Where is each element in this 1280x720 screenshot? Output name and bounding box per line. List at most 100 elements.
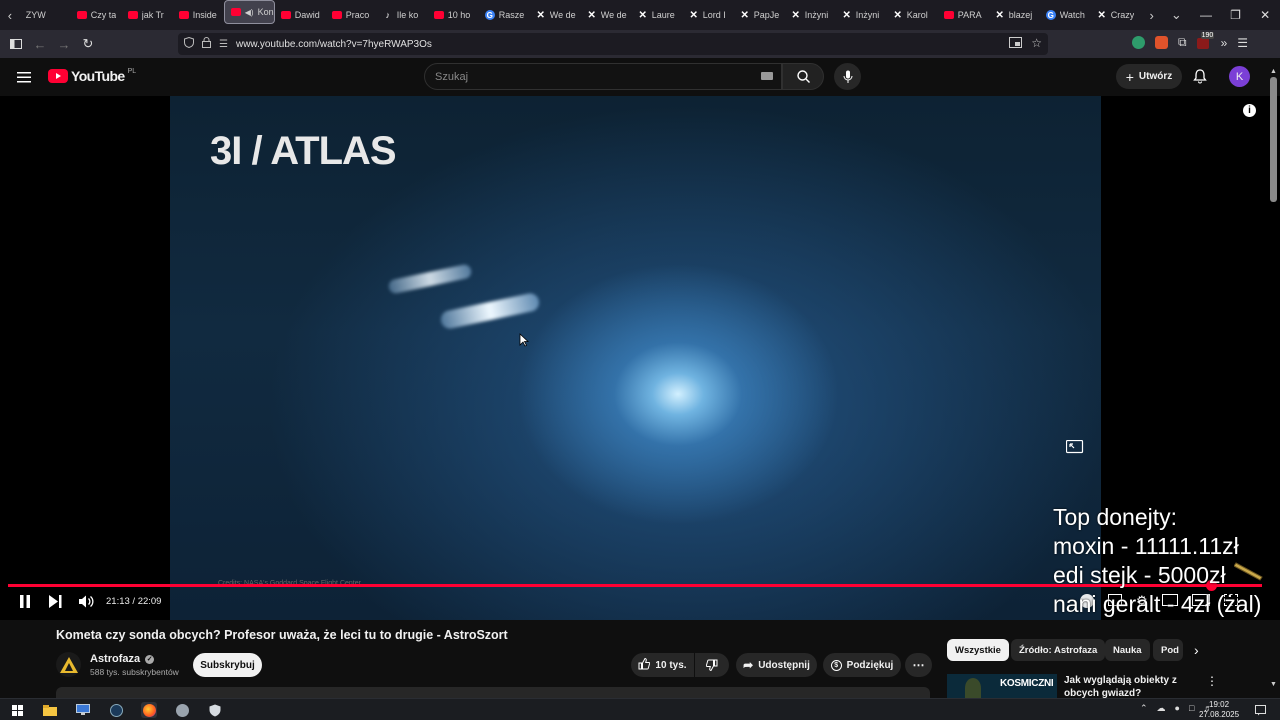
browser-tab[interactable]: ✕ We de	[581, 0, 632, 30]
tray-mic-icon[interactable]: ●	[1175, 703, 1180, 714]
browser-tab[interactable]: Inside	[173, 0, 224, 30]
channel-name-text[interactable]: Astrofaza	[90, 653, 140, 665]
browser-tab[interactable]: Dawid	[275, 0, 326, 30]
shield-icon[interactable]	[184, 36, 194, 51]
extension-icon[interactable]	[1155, 36, 1168, 49]
tab-list-dropdown-icon[interactable]: ⌄	[1162, 0, 1192, 30]
app-menu-icon[interactable]: ☰	[1237, 36, 1248, 50]
forward-arrow-icon[interactable]: →	[52, 32, 76, 56]
browser-tab[interactable]: ✕ Lord I	[683, 0, 734, 30]
browser-tab[interactable]: ✕ Inżyni	[785, 0, 836, 30]
video-player[interactable]: 3I / ATLAS Credits: NASA's Goddard Space…	[0, 96, 1280, 620]
subscribe-button[interactable]: Subskrybuj	[193, 653, 262, 677]
permissions-icon[interactable]: ☰	[219, 39, 228, 50]
shield-app-icon[interactable]	[207, 702, 223, 718]
monitor-app-icon[interactable]	[75, 702, 91, 718]
keyboard-icon[interactable]	[761, 72, 773, 80]
chip-all[interactable]: Wszystkie	[947, 639, 1009, 661]
browser-tab[interactable]: ✕ PapJe	[734, 0, 785, 30]
browser-tab[interactable]: ♪ Ile ko	[377, 0, 428, 30]
chip-source[interactable]: Źródło: Astrofaza	[1011, 639, 1106, 661]
dislike-button[interactable]	[695, 653, 729, 677]
close-window-button[interactable]: ✕	[1250, 0, 1280, 30]
chip-science[interactable]: Nauka	[1105, 639, 1150, 661]
info-icon[interactable]: i	[1243, 104, 1256, 117]
scroll-down-icon[interactable]: ▼	[1269, 681, 1278, 689]
recommended-more-icon[interactable]: ⋮	[1206, 674, 1218, 688]
browser-tab[interactable]: jak Tr	[122, 0, 173, 30]
miniplayer-icon[interactable]	[1065, 439, 1084, 454]
thanks-button[interactable]: $ Podziękuj	[823, 653, 901, 677]
browser-tab[interactable]: 10 ho	[428, 0, 479, 30]
app-icon[interactable]	[174, 702, 190, 718]
windows-start-icon[interactable]	[9, 702, 25, 718]
scroll-up-icon[interactable]: ▲	[1269, 68, 1278, 76]
description-box[interactable]	[56, 687, 930, 698]
voice-search-button[interactable]	[834, 63, 861, 90]
tray-expand-icon[interactable]: ⌃	[1140, 703, 1148, 714]
chips-next-chevron-icon[interactable]: ›	[1194, 642, 1199, 658]
channel-avatar[interactable]	[56, 652, 81, 677]
browser-tab[interactable]: ✕ We de	[530, 0, 581, 30]
youtube-logo[interactable]: YouTube PL	[48, 68, 136, 84]
puzzle-extensions-icon[interactable]: ⧉	[1178, 35, 1187, 50]
like-button[interactable]: 10 tys.	[631, 653, 694, 677]
minimize-window-button[interactable]: —	[1191, 0, 1221, 30]
hamburger-menu-icon[interactable]	[17, 70, 31, 88]
back-arrow-icon[interactable]: ←	[28, 32, 52, 56]
url-text[interactable]: www.youtube.com/watch?v=7hyeRWAP3Os	[236, 39, 432, 50]
browser-tab[interactable]: ✕ Inżyni	[836, 0, 887, 30]
firefox-icon[interactable]	[141, 702, 157, 718]
search-button[interactable]	[782, 63, 824, 90]
onedrive-cloud-icon[interactable]: ☁	[1157, 703, 1166, 714]
recommended-video-thumbnail[interactable]: KOSMICZNI	[947, 674, 1057, 698]
browser-tab[interactable]: Czy ta	[71, 0, 122, 30]
create-button[interactable]: + Utwórz	[1116, 64, 1182, 89]
browser-tab[interactable]: G Watch	[1040, 0, 1091, 30]
browser-tab[interactable]: ✕ Karol	[887, 0, 938, 30]
browser-tab[interactable]: ✕ blazej	[989, 0, 1040, 30]
browser-tab[interactable]: G Rasze	[479, 0, 530, 30]
recommended-video-title[interactable]: Jak wyglądają obiekty z obcych gwiazd?	[1064, 674, 1204, 698]
reload-icon[interactable]: ↻	[76, 32, 100, 56]
vpn-extension-icon[interactable]	[1132, 36, 1145, 49]
browser-tab[interactable]: ✕ Crazy	[1091, 0, 1142, 30]
next-video-icon[interactable]	[49, 595, 62, 613]
network-icon[interactable]: □	[1189, 703, 1194, 714]
tab-scroll-left-icon[interactable]: ‹	[0, 0, 20, 30]
browser-tab[interactable]: ✕ Laure	[632, 0, 683, 30]
overflow-chevron-icon[interactable]: »	[1221, 36, 1228, 50]
ublock-icon[interactable]: 190	[1196, 32, 1215, 49]
sidebar-toggle-icon[interactable]	[4, 32, 28, 56]
share-button[interactable]: ➦ Udostępnij	[736, 653, 817, 677]
tab-scroll-right-icon[interactable]: ›	[1142, 0, 1162, 30]
address-bar[interactable]: ☰ www.youtube.com/watch?v=7hyeRWAP3Os ☆	[178, 33, 1048, 55]
steam-icon[interactable]	[108, 702, 124, 718]
thumbs-up-icon	[638, 657, 651, 673]
search-input[interactable]: Szukaj	[424, 63, 782, 90]
picture-in-picture-icon[interactable]	[1009, 37, 1022, 51]
more-actions-button[interactable]: ⋯	[905, 653, 932, 677]
page-scrollbar[interactable]: ▲ ▼	[1269, 68, 1278, 688]
ublock-badge: 190	[1200, 32, 1215, 39]
browser-tab[interactable]: Praco	[326, 0, 377, 30]
lock-icon[interactable]	[202, 37, 211, 51]
channel-name[interactable]: Astrofaza ✓	[90, 653, 155, 665]
bookmark-star-icon[interactable]: ☆	[1031, 36, 1042, 50]
notification-center-icon[interactable]	[1252, 702, 1268, 718]
browser-tab-label: PARA	[957, 10, 982, 20]
restore-window-button[interactable]: ❐	[1221, 0, 1251, 30]
pause-icon[interactable]	[19, 595, 31, 613]
scrollbar-thumb[interactable]	[1270, 77, 1277, 202]
tab-audio-playing-icon[interactable]: ◀)	[245, 8, 254, 17]
video-frame[interactable]: 3I / ATLAS Credits: NASA's Goddard Space…	[170, 96, 1101, 620]
browser-tab-active[interactable]: ◀) Kon	[223, 0, 275, 24]
volume-icon[interactable]	[79, 595, 94, 613]
chip-more[interactable]: Pod	[1153, 639, 1183, 661]
browser-tab[interactable]: ZYW	[20, 0, 71, 30]
notifications-bell-icon[interactable]	[1193, 69, 1207, 89]
taskbar-clock[interactable]: 19:02 27.08.2025	[1199, 700, 1239, 720]
avatar[interactable]: K	[1229, 66, 1250, 87]
file-explorer-icon[interactable]	[42, 702, 58, 718]
browser-tab[interactable]: PARA	[938, 0, 989, 30]
